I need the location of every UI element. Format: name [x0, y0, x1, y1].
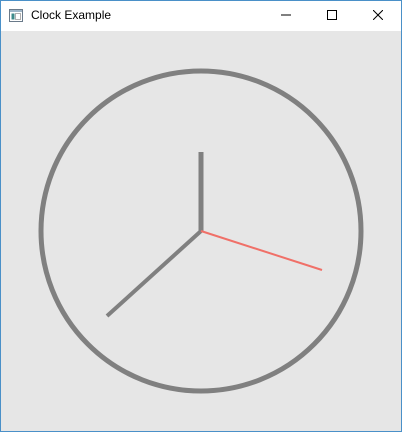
minimize-icon — [281, 7, 291, 25]
app-window: Clock Example — [0, 0, 402, 432]
app-window-icon[interactable] — [9, 9, 23, 22]
close-icon — [372, 7, 384, 25]
title-bar[interactable]: Clock Example — [1, 1, 401, 31]
clock-canvas — [1, 31, 401, 431]
maximize-icon — [327, 7, 337, 25]
minimize-button[interactable] — [263, 1, 309, 31]
clock-drawing — [38, 68, 364, 394]
window-title: Clock Example — [31, 8, 112, 22]
maximize-button[interactable] — [309, 1, 355, 31]
second-hand — [200, 230, 323, 271]
close-button[interactable] — [355, 1, 401, 31]
minute-hand — [105, 229, 203, 318]
